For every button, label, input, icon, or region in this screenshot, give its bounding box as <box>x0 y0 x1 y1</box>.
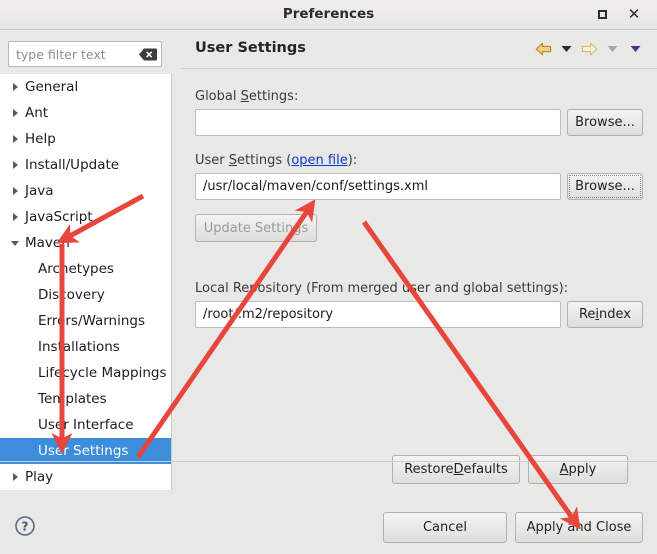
sidebar-item-label: Install/Update <box>25 157 120 173</box>
sidebar-item-javascript[interactable]: JavaScript <box>0 204 171 230</box>
local-repository-label: Local Repository (From merged user and g… <box>195 281 569 296</box>
sidebar-item-label: User Settings <box>38 443 129 459</box>
sidebar-item-label: Help <box>25 131 56 147</box>
close-icon: ✕ <box>627 5 641 23</box>
chevron-right-icon[interactable] <box>8 74 22 100</box>
sidebar-item-general[interactable]: General <box>0 74 171 100</box>
user-settings-input[interactable]: /usr/local/maven/conf/settings.xml <box>195 173 561 200</box>
sidebar-item-help[interactable]: Help <box>0 126 171 152</box>
sidebar-item-label: Java <box>25 183 54 199</box>
sidebar-item-label: General <box>25 79 79 95</box>
filter-input-wrapper[interactable]: type filter text <box>8 41 162 67</box>
sidebar-item-install-update[interactable]: Install/Update <box>0 152 171 178</box>
sidebar-item-label: Templates <box>38 391 107 407</box>
sidebar-item-archetypes[interactable]: Archetypes <box>0 256 171 282</box>
maximize-button[interactable] <box>588 0 616 29</box>
reindex-label-prefix: Re <box>578 307 596 322</box>
sidebar-item-label: Archetypes <box>38 261 114 277</box>
user-settings-label: User Settings (open file): <box>195 153 357 168</box>
user-settings-label-suffix: ): <box>347 153 358 168</box>
panel-nav-icons <box>533 39 645 59</box>
sidebar-item-label: User Interface <box>38 417 134 433</box>
apply-and-close-button[interactable]: Apply and Close <box>515 512 643 543</box>
global-settings-label-suffix: ettings: <box>248 89 299 104</box>
page-title: User Settings <box>195 40 306 56</box>
open-file-link[interactable]: open file <box>291 153 347 168</box>
sidebar-item-label: Discovery <box>38 287 105 303</box>
sidebar-item-label: Ant <box>25 105 49 121</box>
chevron-down-icon[interactable] <box>8 230 22 256</box>
sidebar-item-maven[interactable]: Maven <box>0 230 171 256</box>
help-icon[interactable]: ? <box>14 515 36 537</box>
user-settings-label-prefix: User <box>195 153 229 168</box>
forward-dropdown-icon <box>602 39 622 59</box>
footer-divider <box>0 461 657 462</box>
apply-button[interactable]: Apply <box>528 455 628 484</box>
global-settings-label-prefix: Global <box>195 89 241 104</box>
sidebar-item-label: Lifecycle Mappings <box>38 365 167 381</box>
apply-suffix: pply <box>568 462 597 477</box>
settings-panel: User Settings Global Settings: Browse...… <box>181 31 657 492</box>
restore-defaults-button[interactable]: Restore Defaults <box>392 455 520 484</box>
window-titlebar: Preferences ✕ <box>0 0 657 30</box>
sidebar-item-label: JavaScript <box>25 209 93 225</box>
close-button[interactable]: ✕ <box>620 0 648 29</box>
user-settings-label-mid: ettings ( <box>237 153 292 168</box>
cancel-button[interactable]: Cancel <box>383 512 507 543</box>
user-settings-browse-button[interactable]: Browse... <box>567 173 643 200</box>
sidebar-item-label: Play <box>25 469 54 485</box>
sidebar-item-java[interactable]: Java <box>0 178 171 204</box>
sidebar-item-ant[interactable]: Ant <box>0 100 171 126</box>
reindex-label-suffix: ndex <box>599 307 632 322</box>
panel-header: User Settings <box>181 31 657 69</box>
global-settings-browse-button[interactable]: Browse... <box>567 109 643 136</box>
sidebar-item-errors-warnings[interactable]: Errors/Warnings <box>0 308 171 334</box>
local-repository-input[interactable]: /root/.m2/repository <box>195 301 561 328</box>
chevron-right-icon[interactable] <box>8 126 22 152</box>
sidebar-item-label: Errors/Warnings <box>38 313 146 329</box>
global-settings-label: Global Settings: <box>195 89 298 104</box>
chevron-right-icon[interactable] <box>8 204 22 230</box>
preferences-dialog: Preferences ✕ type filter text General A… <box>0 0 657 554</box>
search-input[interactable]: type filter text <box>9 47 137 62</box>
restore-defaults-prefix: Restore <box>404 462 454 477</box>
sidebar-item-templates[interactable]: Templates <box>0 386 171 412</box>
window-title: Preferences <box>282 6 375 22</box>
user-settings-label-mnemonic: S <box>228 153 238 168</box>
sidebar-item-user-interface[interactable]: User Interface <box>0 412 171 438</box>
back-arrow-icon[interactable] <box>533 39 553 59</box>
global-settings-label-mnemonic: S <box>240 89 249 104</box>
chevron-right-icon[interactable] <box>8 100 22 126</box>
sidebar-item-label: Installations <box>38 339 120 355</box>
sidebar-item-discovery[interactable]: Discovery <box>0 282 171 308</box>
sidebar-item-installations[interactable]: Installations <box>0 334 171 360</box>
chevron-right-icon[interactable] <box>8 152 22 178</box>
restore-defaults-suffix: efaults <box>463 462 508 477</box>
maximize-icon <box>597 10 607 19</box>
restore-defaults-mnemonic: D <box>453 462 464 477</box>
sidebar-item-label: Maven <box>25 235 70 251</box>
sidebar-item-play[interactable]: Play <box>0 464 171 490</box>
update-settings-button[interactable]: Update Settings <box>195 214 317 242</box>
clear-filter-icon[interactable] <box>137 41 159 67</box>
chevron-right-icon[interactable] <box>8 464 22 490</box>
back-dropdown-icon[interactable] <box>556 39 576 59</box>
apply-mnemonic: A <box>559 462 569 477</box>
sidebar-item-lifecycle-mappings[interactable]: Lifecycle Mappings <box>0 360 171 386</box>
svg-text:?: ? <box>22 520 29 534</box>
reindex-button[interactable]: Re i ndex <box>567 301 643 328</box>
preferences-tree[interactable]: General Ant Help Install/Update Java Jav… <box>0 74 172 490</box>
global-settings-input[interactable] <box>195 109 561 136</box>
chevron-right-icon[interactable] <box>8 178 22 204</box>
forward-arrow-icon[interactable] <box>579 39 599 59</box>
view-menu-dropdown-icon[interactable] <box>625 39 645 59</box>
